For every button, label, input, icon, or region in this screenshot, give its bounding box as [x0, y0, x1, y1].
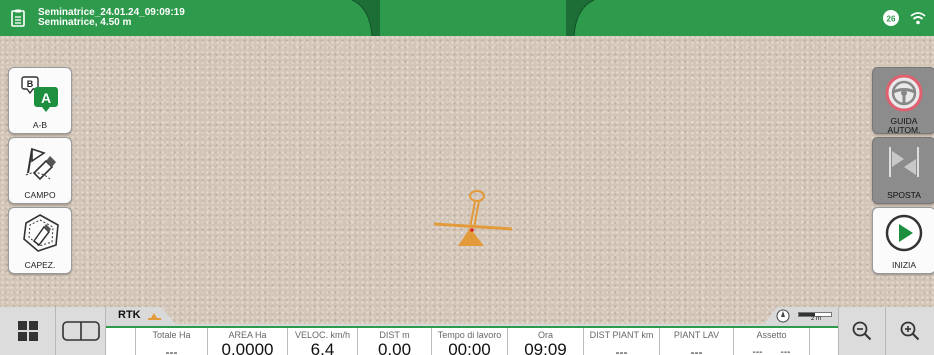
start-label: INIZIA: [891, 260, 917, 270]
metric-attitude[interactable]: Assetto --- ---: [734, 328, 810, 355]
metric-value: 09:09: [524, 340, 567, 355]
metric-value-2: ---: [780, 347, 791, 355]
metric-value: ---: [615, 345, 628, 355]
metric-area-ha[interactable]: AREA Ha 0.0000: [208, 328, 288, 355]
signal-icon: [148, 313, 161, 320]
zoom-in-button[interactable]: [886, 307, 934, 355]
metric-plant-work[interactable]: PIANT LAV ---: [660, 328, 734, 355]
gps-satellite-icon[interactable]: 26: [882, 9, 900, 27]
wifi-icon[interactable]: [910, 11, 926, 25]
metrics-strip: Totale Ha --- AREA Ha 0.0000 VELOC. km/h…: [106, 326, 838, 355]
headland-label: CAPEZ.: [24, 260, 56, 270]
metric-label: DIST PIANT km: [589, 330, 654, 340]
metric-label: Totale Ha: [152, 330, 191, 340]
metric-value: 0.0000: [221, 340, 274, 355]
metric-label: PIANT LAV: [673, 330, 720, 340]
auto-steer-button[interactable]: GUIDA AUTOM.: [872, 67, 934, 135]
shift-button[interactable]: SPOSTA: [872, 137, 934, 204]
metric-label: Tempo di lavoro: [437, 330, 502, 340]
metric-value: ---: [165, 345, 178, 355]
metric-plant-distance[interactable]: DIST PIANT km ---: [584, 328, 660, 355]
metric-label: AREA Ha: [228, 330, 267, 340]
field-label: CAMPO: [24, 190, 56, 200]
metric-spacer: [106, 328, 136, 355]
svg-text:B: B: [27, 79, 34, 89]
ab-line-button[interactable]: B A A-B: [8, 67, 72, 134]
shift-icon: [882, 143, 926, 183]
svg-text:A: A: [41, 90, 51, 106]
metric-work-time[interactable]: Tempo di lavoro 00:00: [432, 328, 508, 355]
compass-icon[interactable]: [776, 309, 790, 323]
metric-value: 0.00: [377, 340, 412, 355]
zoom-out-icon: [852, 321, 872, 341]
headland-icon: [18, 213, 62, 253]
metric-value: ---: [752, 347, 763, 355]
field-button[interactable]: CAMPO: [8, 137, 72, 204]
split-view-icon: [61, 321, 100, 341]
clipboard-icon[interactable]: [9, 8, 26, 28]
zoom-out-button[interactable]: [838, 307, 886, 355]
grid-view-button[interactable]: [0, 307, 56, 355]
auto-steer-label: GUIDA AUTOM.: [887, 116, 921, 135]
metric-value: ---: [690, 345, 703, 355]
metric-value: 6.4: [310, 340, 335, 355]
metric-total-ha[interactable]: Totale Ha ---: [136, 328, 208, 355]
zoom-in-icon: [900, 321, 920, 341]
scale-label: 2 m: [811, 316, 822, 322]
tab-notch-left: [352, 0, 380, 36]
metric-clock[interactable]: Ora 09:09: [508, 328, 584, 355]
play-icon: [882, 213, 926, 253]
ab-line-icon: B A: [18, 73, 62, 113]
steering-wheel-icon: [882, 73, 926, 113]
metric-label: DIST m: [379, 330, 410, 340]
metric-distance[interactable]: DIST m 0.00: [358, 328, 432, 355]
field-map[interactable]: [0, 0, 934, 355]
start-button[interactable]: INIZIA: [872, 207, 934, 274]
metric-label: Assetto: [756, 330, 787, 340]
ab-line-label: A-B: [32, 120, 48, 130]
svg-text:26: 26: [887, 15, 896, 24]
grid-view-icon: [17, 321, 38, 341]
tab-notch-right: [566, 0, 594, 36]
metric-speed[interactable]: VELOC. km/h 6.4: [288, 328, 358, 355]
metric-label: VELOC. km/h: [294, 330, 350, 340]
implement-info: Seminatrice, 4.50 m: [38, 17, 132, 28]
vehicle-implement-icon: [433, 190, 513, 246]
headland-button[interactable]: CAPEZ.: [8, 207, 72, 274]
rtk-label: RTK: [118, 309, 141, 321]
split-view-button[interactable]: [56, 307, 106, 355]
metric-spacer: [810, 328, 838, 355]
metric-value: 00:00: [448, 340, 491, 355]
metric-label: Ora: [537, 330, 553, 340]
top-bar: Seminatrice_24.01.24_09:09:19 Seminatric…: [0, 0, 934, 36]
field-boundary-icon: [18, 143, 62, 183]
shift-label: SPOSTA: [887, 190, 921, 200]
